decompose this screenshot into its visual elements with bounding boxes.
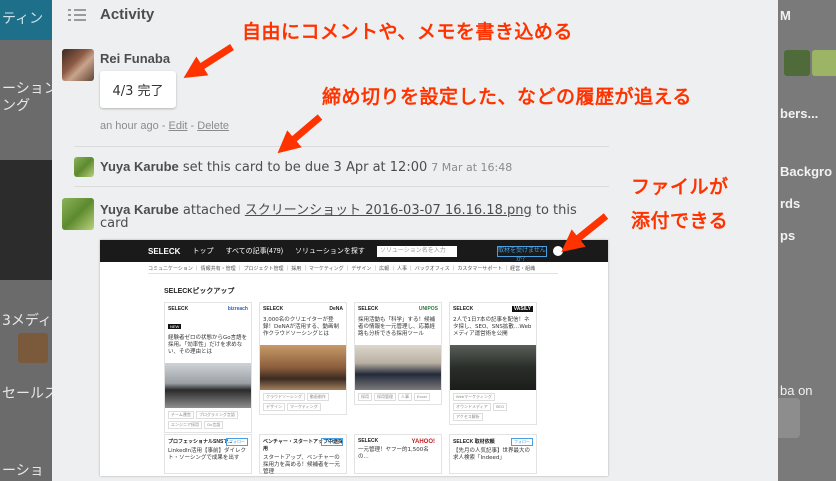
annotation-arrows — [183, 44, 609, 253]
arrow-to-attachment — [561, 213, 609, 253]
arrow-to-history — [277, 114, 323, 154]
arrow-to-comment — [183, 44, 234, 79]
